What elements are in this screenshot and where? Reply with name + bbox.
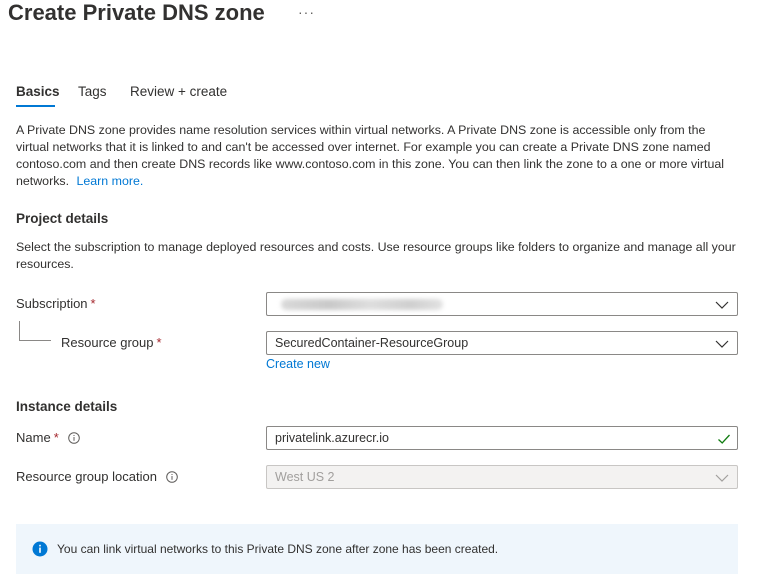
tab-tags[interactable]: Tags	[78, 84, 107, 99]
info-icon[interactable]	[166, 470, 178, 483]
resource-group-location-dropdown: West US 2	[266, 465, 738, 489]
info-message-bar: You can link virtual networks to this Pr…	[16, 524, 738, 574]
required-asterisk: *	[156, 335, 162, 350]
name-label-text: Name	[16, 430, 51, 445]
checkmark-icon	[718, 434, 730, 444]
resource-group-label-text: Resource group	[61, 335, 154, 350]
subscription-label: Subscription *	[16, 296, 96, 311]
name-input-value: privatelink.azurecr.io	[275, 431, 389, 445]
info-message-text: You can link virtual networks to this Pr…	[57, 542, 499, 556]
location-value: West US 2	[275, 470, 335, 484]
tab-basics[interactable]: Basics	[16, 84, 60, 99]
resource-group-location-label: Resource group location	[16, 469, 178, 484]
redacted-subscription-value	[281, 298, 443, 310]
name-input[interactable]: privatelink.azurecr.io	[266, 426, 738, 450]
subscription-dropdown[interactable]	[266, 292, 738, 316]
location-label-text: Resource group location	[16, 469, 157, 484]
resource-group-value: SecuredContainer-ResourceGroup	[275, 336, 469, 350]
chevron-down-icon	[715, 301, 729, 309]
intro-paragraph: A Private DNS zone provides name resolut…	[16, 122, 741, 190]
info-filled-icon	[32, 541, 48, 557]
name-label: Name *	[16, 430, 80, 445]
required-asterisk: *	[53, 430, 59, 445]
instance-details-heading: Instance details	[16, 399, 118, 414]
more-options-button[interactable]: ···	[298, 4, 315, 20]
page-title: Create Private DNS zone	[8, 0, 265, 25]
tree-connector-horizontal	[19, 340, 51, 341]
project-details-description: Select the subscription to manage deploy…	[16, 240, 736, 271]
create-new-resource-group-link[interactable]: Create new	[266, 357, 330, 371]
project-details-heading: Project details	[16, 211, 109, 226]
subscription-label-text: Subscription	[16, 296, 88, 311]
resource-group-dropdown[interactable]: SecuredContainer-ResourceGroup	[266, 331, 738, 355]
info-icon[interactable]	[67, 431, 80, 444]
tab-review-create[interactable]: Review + create	[130, 84, 227, 99]
tree-connector-vertical	[19, 321, 20, 341]
active-tab-indicator	[16, 105, 55, 107]
learn-more-link[interactable]: Learn more.	[76, 174, 143, 188]
required-asterisk: *	[90, 296, 96, 311]
chevron-down-icon	[715, 340, 729, 348]
chevron-down-icon	[715, 474, 729, 482]
resource-group-label: Resource group *	[61, 335, 162, 350]
